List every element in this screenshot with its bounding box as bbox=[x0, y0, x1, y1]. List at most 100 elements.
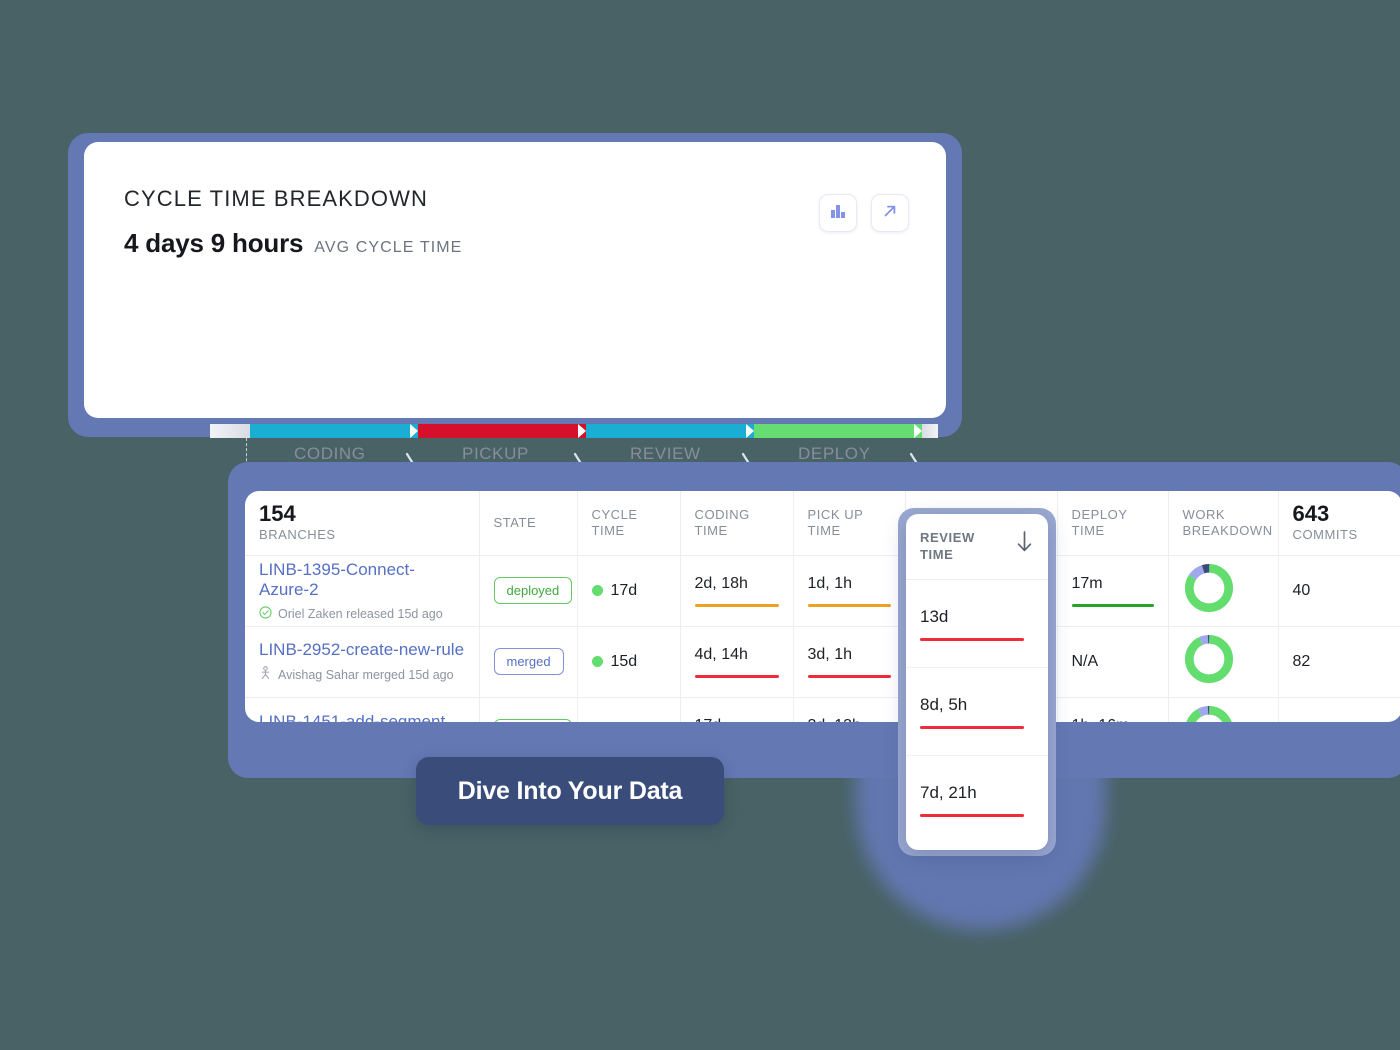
bar-chart-icon bbox=[829, 202, 847, 225]
col-deploy-time-line1: DEPLOY bbox=[1071, 506, 1128, 522]
branches-table: 154 BRANCHES STATE CYCLE TIME CODING TIM… bbox=[245, 491, 1400, 722]
cycle-time-card-frame: CYCLE TIME BREAKDOWN 4 days 9 hours AVG … bbox=[68, 133, 962, 522]
commits-label: COMMITS bbox=[1292, 526, 1358, 542]
table-row[interactable]: LINB-2952-create-new-rule Avishag Sahar … bbox=[245, 626, 1400, 698]
pickup-time-cell: 3d, 1h bbox=[793, 626, 906, 698]
col-coding-time-line1: CODING bbox=[694, 506, 750, 522]
popup-title-line1: REVIEW bbox=[920, 530, 975, 545]
stage-bar-segment-coding bbox=[250, 424, 418, 438]
cycle-time-value: 17d bbox=[610, 581, 638, 599]
col-deploy-time[interactable]: DEPLOY TIME bbox=[1057, 491, 1169, 556]
coding-time-cell: 17d bbox=[680, 697, 794, 722]
work-breakdown-cell bbox=[1168, 697, 1279, 722]
col-commits[interactable]: 643 COMMITS bbox=[1278, 491, 1400, 556]
deploy-time-value: 17m bbox=[1071, 574, 1103, 592]
coding-time-value: 17d bbox=[695, 717, 779, 722]
merge-person-icon bbox=[259, 666, 272, 683]
work-breakdown-donut-icon bbox=[1184, 563, 1233, 613]
review-time-popup[interactable]: REVIEW TIME 13d 8d, 5h 7d, 21h bbox=[906, 514, 1048, 850]
stage-label: DEPLOY bbox=[798, 444, 871, 463]
col-branches[interactable]: 154 BRANCHES bbox=[245, 491, 480, 556]
coding-time-value: 4d, 14h bbox=[694, 645, 748, 663]
stage-label: CODING bbox=[294, 444, 366, 463]
dive-into-your-data-callout[interactable]: Dive Into Your Data bbox=[416, 757, 724, 825]
branch-cell[interactable]: LINB-2952-create-new-rule Avishag Sahar … bbox=[245, 626, 480, 698]
branches-table-frame: 154 BRANCHES STATE CYCLE TIME CODING TIM… bbox=[228, 462, 1400, 778]
col-deploy-time-line2: TIME bbox=[1071, 522, 1105, 538]
work-breakdown-cell bbox=[1168, 626, 1279, 698]
popup-review-time-value: 13d bbox=[920, 606, 949, 626]
status-badge: deployed bbox=[493, 719, 573, 722]
col-pickup-time-line2: TIME bbox=[807, 522, 841, 538]
table-row[interactable]: LINB-1451-add-segment Oriel Zaken releas… bbox=[245, 697, 1400, 722]
branch-link[interactable]: LINB-1395-Connect-Azure-2 bbox=[259, 560, 465, 600]
branch-link[interactable]: LINB-2952-create-new-rule bbox=[259, 640, 465, 660]
pickup-time-bar bbox=[807, 603, 891, 607]
popup-row[interactable]: 13d bbox=[906, 580, 1048, 668]
branch-link[interactable]: LINB-1451-add-segment bbox=[259, 712, 465, 722]
work-breakdown-donut-icon bbox=[1185, 706, 1232, 722]
commits-cell: 40 bbox=[1278, 555, 1400, 627]
deploy-time-cell: 1h, 16m bbox=[1057, 697, 1169, 722]
pickup-time-bar bbox=[807, 674, 891, 678]
commits-value: 82 bbox=[1292, 652, 1311, 670]
col-work-breakdown-line2: BREAKDOWN bbox=[1182, 522, 1273, 538]
bar-chart-button[interactable] bbox=[820, 195, 856, 231]
stage-bar-segment-end bbox=[914, 424, 938, 438]
stage-bar-segment-review bbox=[578, 424, 754, 438]
avg-cycle-time-value: 4 days 9 hours bbox=[124, 228, 304, 258]
col-pickup-time[interactable]: PICK UP TIME bbox=[793, 491, 906, 556]
cycle-time-stage-bar bbox=[210, 424, 938, 438]
popup-review-time-bar bbox=[920, 814, 1024, 817]
deploy-time-bar bbox=[1071, 603, 1154, 607]
popup-review-time-value: 8d, 5h bbox=[920, 694, 968, 714]
col-cycle-time-line2: TIME bbox=[591, 522, 625, 538]
cycle-time-cell: 15d bbox=[577, 626, 681, 698]
arrow-down-icon[interactable] bbox=[1015, 530, 1034, 559]
expand-button[interactable] bbox=[872, 195, 908, 231]
stage-bar-segment-pickup bbox=[410, 424, 586, 438]
branch-cell[interactable]: LINB-1395-Connect-Azure-2 Oriel Zaken re… bbox=[245, 555, 480, 627]
state-cell: deployed bbox=[479, 697, 578, 722]
status-dot-icon bbox=[591, 585, 603, 596]
table-header-row: 154 BRANCHES STATE CYCLE TIME CODING TIM… bbox=[245, 491, 1400, 556]
state-cell: merged bbox=[479, 626, 578, 698]
stage-label: REVIEW bbox=[630, 444, 701, 463]
popup-review-time-value: 7d, 21h bbox=[920, 783, 977, 802]
popup-row[interactable]: 8d, 5h bbox=[906, 668, 1048, 756]
check-circle-icon bbox=[259, 605, 272, 622]
coding-time-bar bbox=[694, 674, 779, 678]
stage-label: PICKUP bbox=[462, 444, 529, 463]
coding-time-bar bbox=[694, 603, 779, 607]
commits-count: 643 bbox=[1292, 501, 1330, 527]
coding-time-cell: 4d, 14h bbox=[680, 626, 794, 698]
pickup-time-value: 1d, 1h bbox=[807, 574, 852, 592]
branch-cell[interactable]: LINB-1451-add-segment Oriel Zaken releas… bbox=[245, 697, 480, 722]
branches-table-card: 154 BRANCHES STATE CYCLE TIME CODING TIM… bbox=[245, 491, 1400, 722]
pickup-time-cell: 3d, 13h bbox=[793, 697, 906, 722]
state-cell: deployed bbox=[479, 555, 578, 627]
coding-time-cell: 2d, 18h bbox=[680, 555, 794, 627]
col-cycle-time[interactable]: CYCLE TIME bbox=[577, 491, 681, 556]
col-work-breakdown[interactable]: WORK BREAKDOWN bbox=[1168, 491, 1279, 556]
popup-row[interactable]: 7d, 21h bbox=[906, 756, 1048, 844]
callout-label: Dive Into Your Data bbox=[457, 776, 683, 805]
cycle-time-cell: 28d bbox=[577, 697, 681, 722]
deploy-time-cell: N/A bbox=[1057, 626, 1169, 698]
col-pickup-time-line1: PICK UP bbox=[807, 506, 864, 522]
col-state-label: STATE bbox=[493, 514, 537, 530]
stage-bar-segment-start bbox=[210, 424, 250, 438]
deploy-time-value: N/A bbox=[1071, 652, 1099, 670]
deploy-time-cell: 17m bbox=[1057, 555, 1169, 627]
cycle-time-cell: 17d bbox=[577, 555, 681, 627]
review-time-popup-header[interactable]: REVIEW TIME bbox=[906, 514, 1048, 580]
branches-count: 154 bbox=[259, 501, 296, 527]
col-coding-time[interactable]: CODING TIME bbox=[680, 491, 794, 556]
status-badge: merged bbox=[493, 648, 564, 675]
table-row[interactable]: LINB-1395-Connect-Azure-2 Oriel Zaken re… bbox=[245, 555, 1400, 627]
avg-cycle-time-row: 4 days 9 hours AVG CYCLE TIME bbox=[124, 228, 462, 259]
col-work-breakdown-line1: WORK bbox=[1182, 506, 1226, 522]
card-actions bbox=[820, 195, 908, 231]
col-state[interactable]: STATE bbox=[479, 491, 578, 556]
col-cycle-time-line1: CYCLE bbox=[591, 506, 638, 522]
